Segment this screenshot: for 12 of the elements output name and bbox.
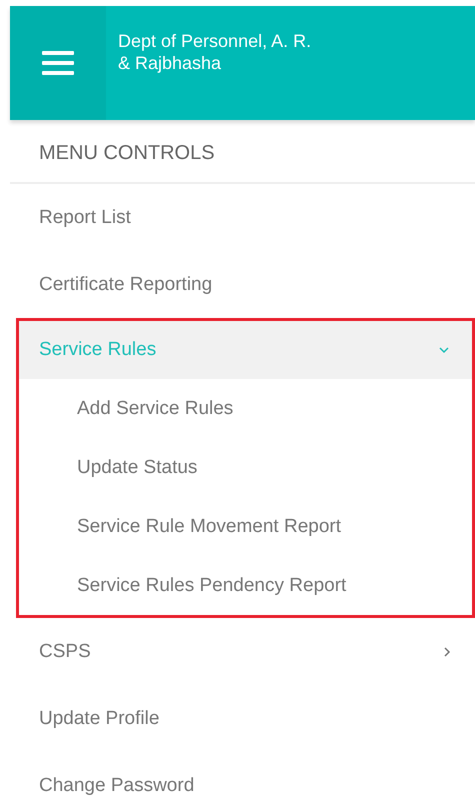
menu-item[interactable]: Certificate Reporting [10,251,475,318]
menu-item[interactable]: Update Profile [10,685,475,752]
menu-icon[interactable] [10,6,106,120]
menu-group-item[interactable]: CSPS [10,618,475,685]
submenu-item[interactable]: Add Service Rules [19,379,472,438]
menu-item[interactable]: Report List [10,184,475,251]
submenu-item[interactable]: Update Status [19,438,472,497]
submenu-item[interactable]: Service Rules Pendency Report [19,556,472,615]
menu-heading: MENU CONTROLS [10,120,475,184]
menu-item[interactable]: Change Password [10,752,475,807]
submenu-item[interactable]: Service Rule Movement Report [19,497,472,556]
header-title: Dept of Personnel, A. R. & Rajbhasha [118,30,312,74]
